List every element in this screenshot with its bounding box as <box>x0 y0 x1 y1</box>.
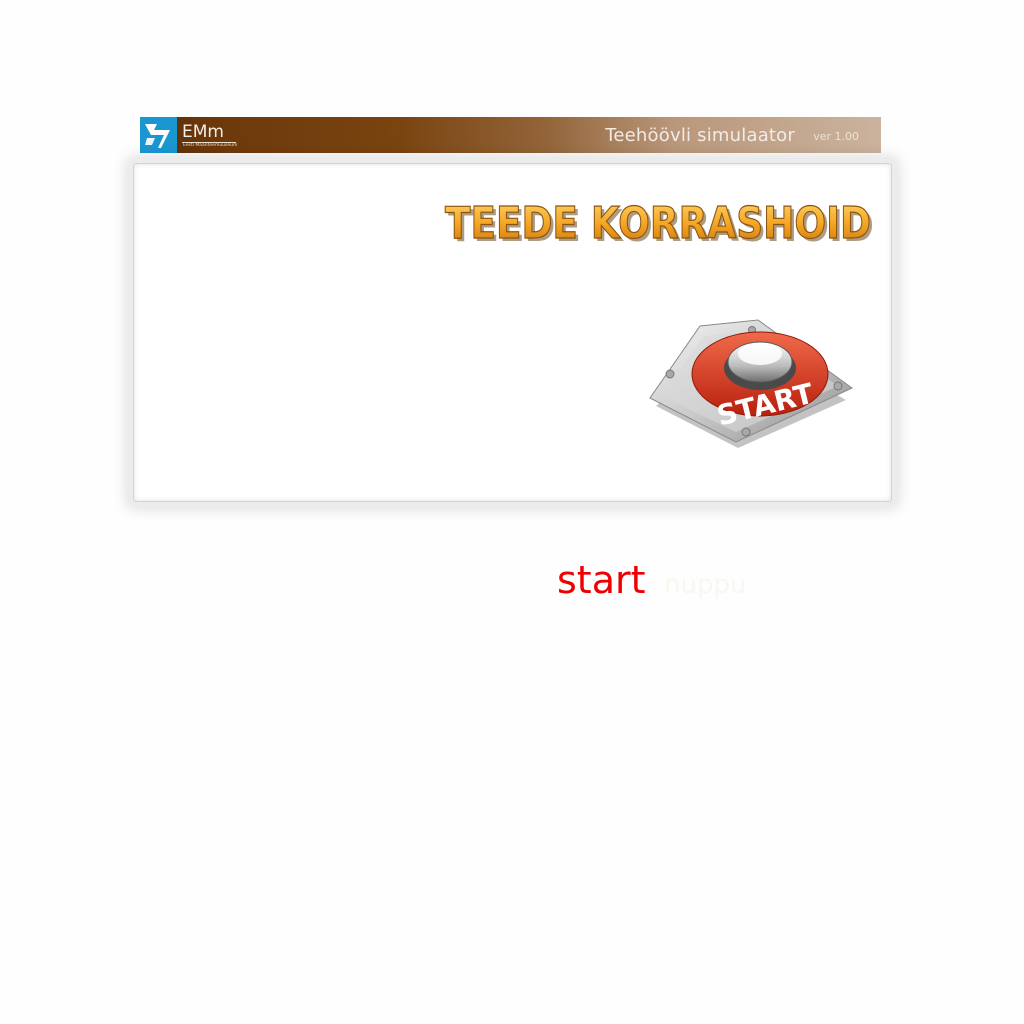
game-title-text: TEEDE KORRASHOID <box>445 198 871 249</box>
logo-subtitle: Eesti Maanteemuuseum <box>183 143 238 148</box>
start-hint-text: nuppu <box>664 570 747 600</box>
emm-logo-icon <box>140 117 177 153</box>
logo-text: EMm <box>182 122 224 142</box>
app-title: Teehöövli simulaator <box>605 125 795 146</box>
start-link[interactable]: start <box>557 555 646 605</box>
start-button-icon[interactable]: START <box>648 316 854 452</box>
game-panel: TEEDE KORRASHOID TEEDE KORRASHOID START <box>133 163 892 502</box>
game-title: TEEDE KORRASHOID TEEDE KORRASHOID <box>444 197 874 252</box>
app-header: EMm Eesti Maanteemuuseum Teehöövli simul… <box>140 117 881 153</box>
app-version: ver 1.00 <box>813 130 859 143</box>
